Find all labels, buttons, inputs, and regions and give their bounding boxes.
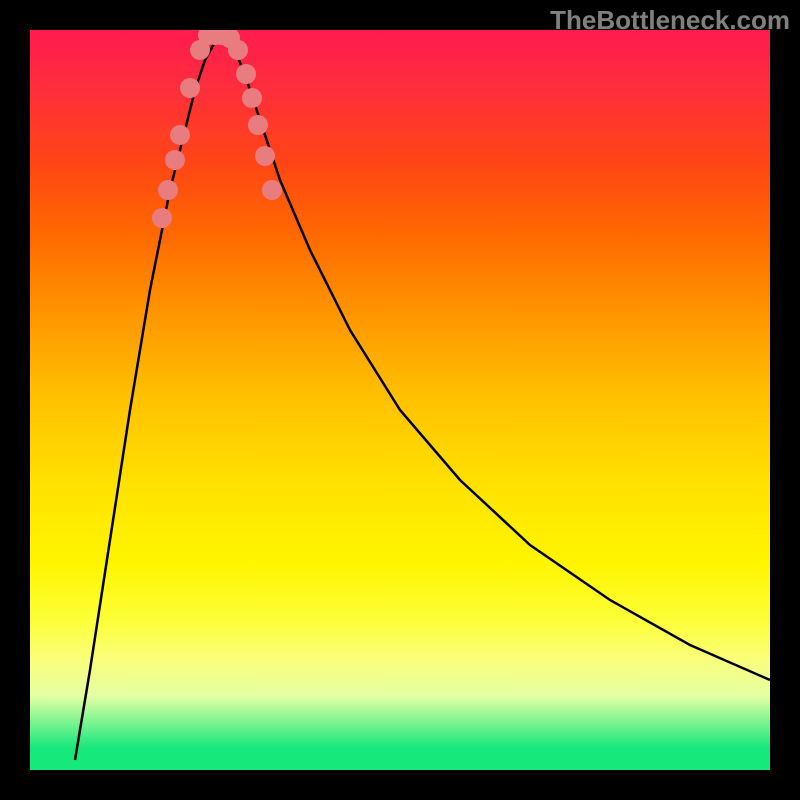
data-point	[228, 40, 248, 60]
data-point	[165, 150, 185, 170]
data-point	[180, 78, 200, 98]
data-point	[236, 64, 256, 84]
data-point	[248, 115, 268, 135]
watermark: TheBottleneck.com	[550, 5, 790, 36]
highlight-points	[152, 30, 282, 228]
data-point	[158, 180, 178, 200]
data-point	[262, 180, 282, 200]
curve-group	[75, 30, 770, 760]
curve-right	[225, 35, 770, 680]
data-point	[152, 208, 172, 228]
curve-left	[75, 35, 225, 760]
chart-svg	[30, 30, 770, 770]
data-point	[255, 146, 275, 166]
data-point	[170, 125, 190, 145]
data-point	[242, 88, 262, 108]
chart-plot-area	[30, 30, 770, 770]
